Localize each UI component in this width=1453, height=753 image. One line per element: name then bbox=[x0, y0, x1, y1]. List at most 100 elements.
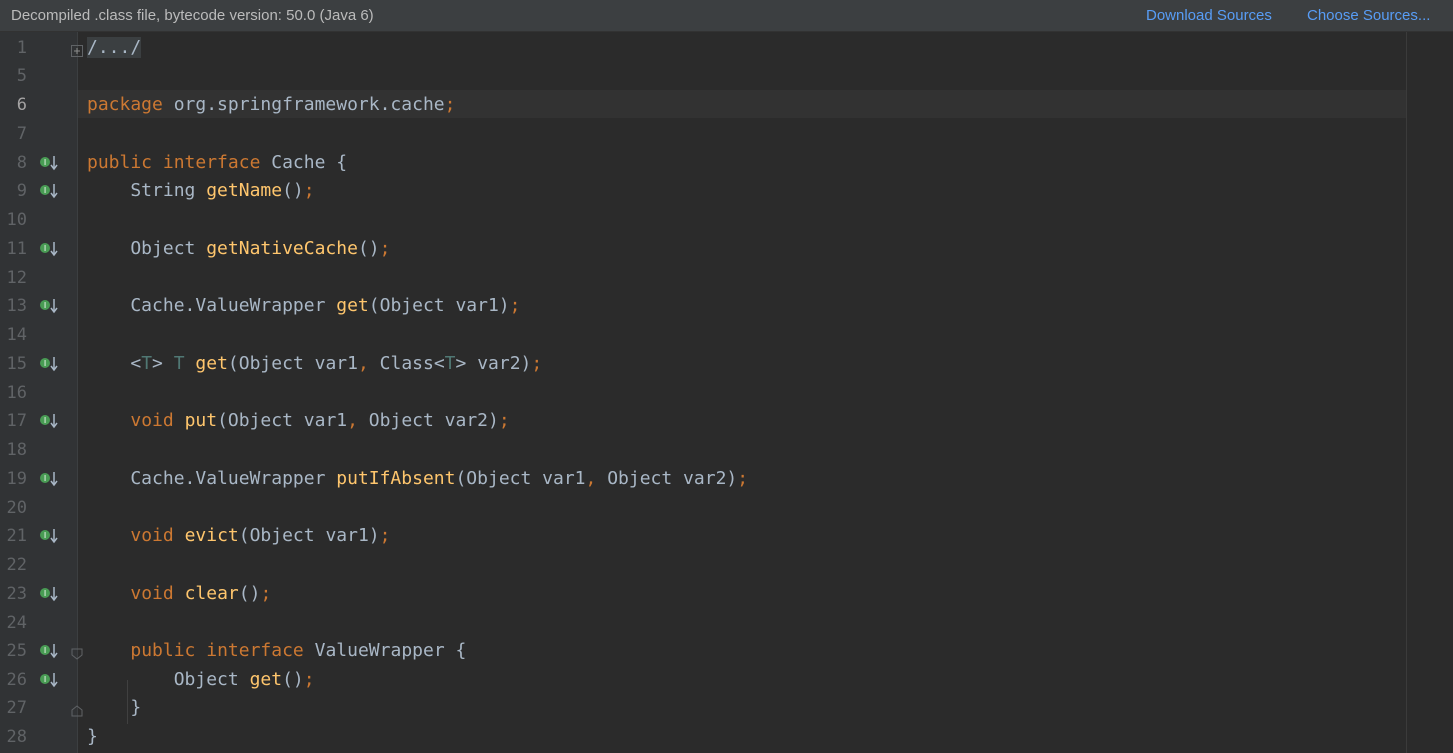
line-number[interactable]: 18 bbox=[0, 436, 27, 464]
keyword: public bbox=[87, 152, 153, 173]
code-text[interactable]: Object getNativeCache(); bbox=[87, 235, 390, 263]
code-line[interactable]: 23 I void clear(); bbox=[0, 580, 1453, 608]
line-number[interactable]: 24 bbox=[0, 609, 27, 637]
line-number[interactable]: 26 bbox=[0, 666, 27, 694]
code-line[interactable]: 1 /.../ bbox=[0, 34, 1453, 62]
punctuation: ; bbox=[379, 238, 391, 259]
punctuation: , bbox=[347, 410, 358, 431]
code-line[interactable]: 16 bbox=[0, 379, 1453, 407]
code-line[interactable]: 15 I <T> T get(Object var1, Class<T> var… bbox=[0, 350, 1453, 378]
punctuation: ; bbox=[303, 669, 315, 690]
line-number[interactable]: 10 bbox=[0, 206, 27, 234]
code-text[interactable]: } bbox=[87, 723, 98, 751]
code-text[interactable]: public interface ValueWrapper { bbox=[87, 637, 466, 665]
line-number[interactable]: 22 bbox=[0, 551, 27, 579]
implemented-method-icon[interactable]: I bbox=[40, 183, 58, 199]
code-line[interactable]: 24 bbox=[0, 609, 1453, 637]
punctuation: ; bbox=[379, 525, 391, 546]
code-text[interactable]: String getName(); bbox=[87, 177, 314, 205]
line-number[interactable]: 25 bbox=[0, 637, 27, 665]
code-line[interactable]: 17 I void put(Object var1, Object var2); bbox=[0, 407, 1453, 435]
line-number[interactable]: 15 bbox=[0, 350, 27, 378]
folded-region[interactable]: /.../ bbox=[87, 37, 142, 58]
code-line[interactable]: 5 bbox=[0, 62, 1453, 90]
code-line[interactable]: 18 bbox=[0, 436, 1453, 464]
implemented-method-icon[interactable]: I bbox=[40, 471, 58, 487]
code-line[interactable]: 11 I Object getNativeCache(); bbox=[0, 235, 1453, 263]
line-number[interactable]: 7 bbox=[0, 120, 27, 148]
line-number[interactable]: 21 bbox=[0, 522, 27, 550]
line-number[interactable]: 8 bbox=[0, 149, 27, 177]
choose-sources-link[interactable]: Choose Sources... bbox=[1307, 7, 1430, 24]
punctuation: ; bbox=[444, 94, 456, 115]
code-token: () bbox=[282, 669, 304, 690]
implemented-method-icon[interactable]: I bbox=[40, 155, 58, 171]
code-line[interactable]: 10 bbox=[0, 206, 1453, 234]
code-line[interactable]: 19 I Cache.ValueWrapper putIfAbsent(Obje… bbox=[0, 465, 1453, 493]
code-line[interactable]: 6 package org.springframework.cache; bbox=[0, 91, 1453, 119]
line-number[interactable]: 27 bbox=[0, 694, 27, 722]
method-name: put bbox=[184, 410, 218, 431]
keyword: void bbox=[130, 525, 174, 546]
line-number[interactable]: 5 bbox=[0, 62, 27, 90]
code-text[interactable]: Cache.ValueWrapper get(Object var1); bbox=[87, 292, 520, 320]
code-text[interactable]: package org.springframework.cache; bbox=[87, 91, 455, 119]
code-text[interactable]: } bbox=[87, 694, 141, 722]
code-text[interactable]: public interface Cache { bbox=[87, 149, 347, 177]
code-text[interactable]: <T> T get(Object var1, Class<T> var2); bbox=[87, 350, 542, 378]
line-number[interactable]: 14 bbox=[0, 321, 27, 349]
implemented-method-icon[interactable]: I bbox=[40, 643, 58, 659]
implemented-method-icon[interactable]: I bbox=[40, 356, 58, 372]
code-line[interactable]: 22 bbox=[0, 551, 1453, 579]
code-text[interactable]: void put(Object var1, Object var2); bbox=[87, 407, 510, 435]
implemented-method-icon[interactable]: I bbox=[40, 672, 58, 688]
fold-end-icon[interactable] bbox=[71, 702, 83, 717]
collapse-fold-icon[interactable] bbox=[71, 645, 83, 660]
code-text[interactable]: Cache.ValueWrapper putIfAbsent(Object va… bbox=[87, 465, 748, 493]
line-number[interactable]: 17 bbox=[0, 407, 27, 435]
download-sources-link[interactable]: Download Sources bbox=[1146, 7, 1272, 24]
line-number[interactable]: 12 bbox=[0, 264, 27, 292]
line-number[interactable]: 20 bbox=[0, 494, 27, 522]
code-text[interactable]: void evict(Object var1); bbox=[87, 522, 390, 550]
keyword: public bbox=[130, 640, 196, 661]
implemented-method-icon[interactable]: I bbox=[40, 528, 58, 544]
implemented-method-icon[interactable]: I bbox=[40, 586, 58, 602]
keyword: package bbox=[87, 94, 163, 115]
code-line[interactable]: 28 } bbox=[0, 723, 1453, 751]
code-line[interactable]: 21 I void evict(Object var1); bbox=[0, 522, 1453, 550]
line-number[interactable]: 23 bbox=[0, 580, 27, 608]
line-number[interactable]: 13 bbox=[0, 292, 27, 320]
svg-text:I: I bbox=[44, 474, 46, 483]
code-line[interactable]: 27 } bbox=[0, 694, 1453, 722]
code-line[interactable]: 20 bbox=[0, 494, 1453, 522]
code-line[interactable]: 8 I public interface Cache { bbox=[0, 149, 1453, 177]
punctuation: ; bbox=[498, 410, 510, 431]
line-number[interactable]: 11 bbox=[0, 235, 27, 263]
svg-text:I: I bbox=[44, 359, 46, 368]
code-line[interactable]: 12 bbox=[0, 264, 1453, 292]
code-text[interactable]: Object get(); bbox=[87, 666, 315, 694]
line-number[interactable]: 1 bbox=[0, 34, 27, 62]
code-line[interactable]: 26 I Object get(); bbox=[0, 666, 1453, 694]
line-number[interactable]: 19 bbox=[0, 465, 27, 493]
code-line[interactable]: 9 I String getName(); bbox=[0, 177, 1453, 205]
line-number[interactable]: 6 bbox=[0, 91, 27, 119]
code-editor[interactable]: 1 /.../ 5 6 package org.springframework.… bbox=[0, 32, 1453, 753]
code-text[interactable]: /.../ bbox=[87, 34, 142, 62]
code-line[interactable]: 14 bbox=[0, 321, 1453, 349]
code-line[interactable]: 7 bbox=[0, 120, 1453, 148]
code-line[interactable]: 13 I Cache.ValueWrapper get(Object var1)… bbox=[0, 292, 1453, 320]
line-number[interactable]: 28 bbox=[0, 723, 27, 751]
code-text[interactable]: void clear(); bbox=[87, 580, 271, 608]
line-number[interactable]: 9 bbox=[0, 177, 27, 205]
expand-fold-icon[interactable] bbox=[71, 42, 83, 57]
code-token: (Object var1 bbox=[455, 468, 586, 489]
code-line[interactable]: 25 I public interface ValueWrapper { bbox=[0, 637, 1453, 665]
code-token: } bbox=[87, 726, 98, 747]
implemented-method-icon[interactable]: I bbox=[40, 413, 58, 429]
implemented-method-icon[interactable]: I bbox=[40, 298, 58, 314]
implemented-method-icon[interactable]: I bbox=[40, 241, 58, 257]
line-number[interactable]: 16 bbox=[0, 379, 27, 407]
punctuation: ; bbox=[531, 353, 543, 374]
